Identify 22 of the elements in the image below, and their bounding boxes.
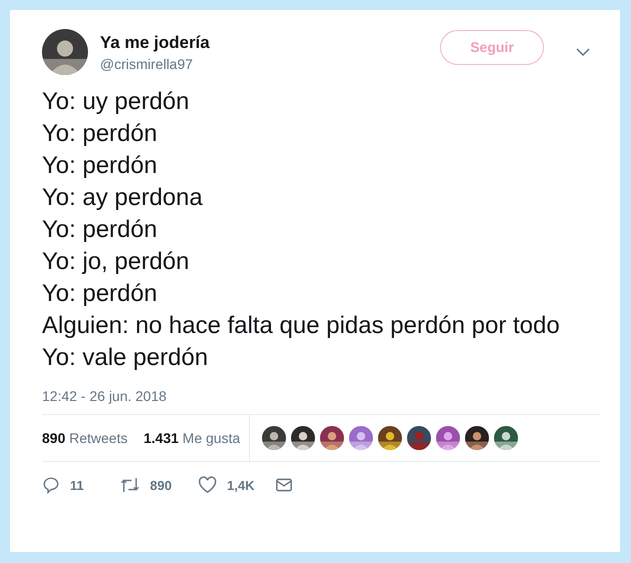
action-count: 1,4K [227,478,254,492]
action-count: 11 [70,478,84,492]
tweet-text-line: Yo: ay perdona [42,183,204,213]
tweet-text-line: Yo: vale perdón [42,343,209,373]
tweet-text-line: Yo: perdón [42,119,158,149]
username: @crismirella97 [100,56,194,72]
action-count: 890 [150,478,172,492]
tweet-text-line: Yo: jo, perdón [42,247,190,277]
speech-bubble-icon[interactable] [42,476,60,494]
envelope-icon[interactable] [276,478,292,492]
display-name: Ya me jodería [100,32,211,52]
stat-count[interactable]: 890 Retweets [42,430,128,446]
stat-count[interactable]: 1.431 Me gusta [144,430,240,446]
retweet-icon[interactable] [120,476,140,494]
tweet-text-line: Yo: perdón [42,279,158,309]
tweet-text-line: Yo: uy perdón [42,87,190,117]
tweet-text-line: Alguien: no hace falta que pidas perdón por todo [42,311,561,341]
timestamp: 12:42 - 26 jun. 2018 [42,388,168,404]
tweet-text-line: Yo: perdón [42,151,158,181]
heart-icon[interactable] [198,476,217,494]
tweet-text-line: Yo: perdón [42,215,158,245]
chevron-down-icon[interactable] [576,48,590,56]
